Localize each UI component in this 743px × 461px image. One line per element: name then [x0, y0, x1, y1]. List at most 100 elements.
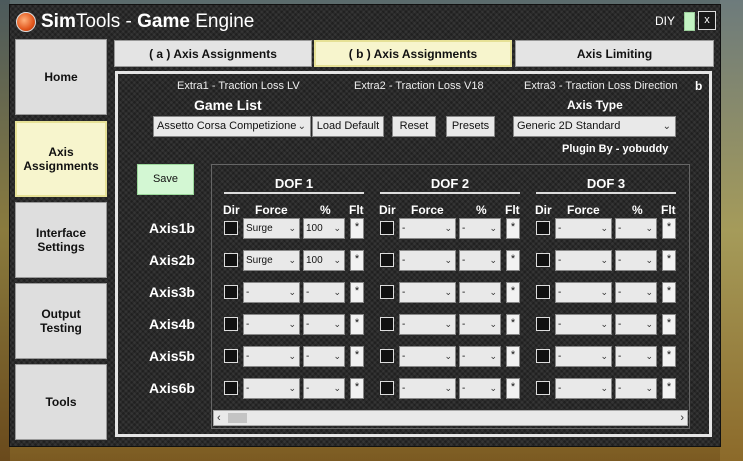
chevron-down-icon: ⌄ — [333, 319, 341, 329]
dof3-percent-select[interactable]: - ⌄ — [615, 282, 657, 303]
nav-axis-assignments-button[interactable]: Axis Assignments — [15, 121, 107, 197]
dof1-force-select[interactable]: - ⌄ — [243, 314, 300, 335]
dof3-percent-select[interactable]: - ⌄ — [615, 346, 657, 367]
dof3-filter-button[interactable]: * — [662, 218, 676, 239]
dof3-dir-checkbox[interactable] — [536, 253, 550, 267]
dof3-force-select[interactable]: - ⌄ — [555, 250, 612, 271]
dof3-percent-select[interactable]: - ⌄ — [615, 314, 657, 335]
dof2-force-select[interactable]: - ⌄ — [399, 346, 456, 367]
dof3-col-dir-header: Dir — [535, 203, 552, 217]
simtools-window: SimTools - Game Engine DIY x Home Axis A… — [10, 5, 720, 446]
scroll-thumb[interactable] — [228, 413, 247, 423]
dof2-filter-button[interactable]: * — [506, 282, 520, 303]
nav-interface-settings-button[interactable]: Interface Settings — [15, 202, 107, 278]
dof1-filter-button[interactable]: * — [350, 314, 364, 335]
dof1-filter-button[interactable]: * — [350, 250, 364, 271]
dof3-percent-select[interactable]: - ⌄ — [615, 378, 657, 399]
dof1-header: DOF 1 — [224, 176, 364, 194]
load-default-button[interactable]: Load Default — [312, 116, 384, 137]
dof3-dir-checkbox[interactable] — [536, 221, 550, 235]
tab-axis-assignments-a[interactable]: ( a ) Axis Assignments — [114, 40, 312, 67]
dof2-dir-checkbox[interactable] — [380, 253, 394, 267]
dof1-percent-select[interactable]: 100 ⌄ — [303, 250, 345, 271]
dof2-percent-select[interactable]: - ⌄ — [459, 250, 501, 271]
dof1-filter-button[interactable]: * — [350, 218, 364, 239]
dof1-filter-button[interactable]: * — [350, 282, 364, 303]
save-button[interactable]: Save — [137, 164, 194, 195]
dof3-force-select[interactable]: - ⌄ — [555, 218, 612, 239]
scroll-left-icon[interactable]: ‹ — [217, 411, 221, 425]
force-value: - — [558, 287, 562, 298]
horizontal-scrollbar[interactable]: ‹ › — [213, 410, 688, 426]
nav-output-testing-button[interactable]: Output Testing — [15, 283, 107, 359]
dof2-force-select[interactable]: - ⌄ — [399, 218, 456, 239]
dof3-filter-button[interactable]: * — [662, 314, 676, 335]
dof3-filter-button[interactable]: * — [662, 282, 676, 303]
nav-tools-button[interactable]: Tools — [15, 364, 107, 440]
dof2-force-select[interactable]: - ⌄ — [399, 282, 456, 303]
dof3-force-select[interactable]: - ⌄ — [555, 282, 612, 303]
dof2-dir-checkbox[interactable] — [380, 285, 394, 299]
dof3-force-select[interactable]: - ⌄ — [555, 346, 612, 367]
presets-button[interactable]: Presets — [446, 116, 495, 137]
axis-type-select[interactable]: Generic 2D Standard ⌄ — [513, 116, 676, 137]
dof2-dir-checkbox[interactable] — [380, 221, 394, 235]
dof1-force-select[interactable]: Surge ⌄ — [243, 218, 300, 239]
dof2-force-select[interactable]: - ⌄ — [399, 314, 456, 335]
dof2-filter-button[interactable]: * — [506, 314, 520, 335]
dof1-percent-select[interactable]: - ⌄ — [303, 282, 345, 303]
dof2-percent-select[interactable]: - ⌄ — [459, 314, 501, 335]
scroll-right-icon[interactable]: › — [680, 411, 684, 425]
dof1-force-select[interactable]: - ⌄ — [243, 346, 300, 367]
chevron-down-icon: ⌄ — [489, 223, 497, 233]
dof2-dir-checkbox[interactable] — [380, 349, 394, 363]
dof2-percent-select[interactable]: - ⌄ — [459, 218, 501, 239]
dof3-dir-checkbox[interactable] — [536, 349, 550, 363]
dof3-force-select[interactable]: - ⌄ — [555, 314, 612, 335]
dof3-force-select[interactable]: - ⌄ — [555, 378, 612, 399]
dof1-filter-button[interactable]: * — [350, 378, 364, 399]
dof2-percent-select[interactable]: - ⌄ — [459, 282, 501, 303]
force-value: - — [246, 287, 250, 298]
dof3-dir-checkbox[interactable] — [536, 381, 550, 395]
dof1-force-select[interactable]: - ⌄ — [243, 282, 300, 303]
dof1-force-select[interactable]: Surge ⌄ — [243, 250, 300, 271]
dof1-filter-button[interactable]: * — [350, 346, 364, 367]
dof1-dir-checkbox[interactable] — [224, 253, 238, 267]
dof1-percent-select[interactable]: 100 ⌄ — [303, 218, 345, 239]
dof3-filter-button[interactable]: * — [662, 346, 676, 367]
dof2-force-select[interactable]: - ⌄ — [399, 378, 456, 399]
dof3-dir-checkbox[interactable] — [536, 285, 550, 299]
dof3-dir-checkbox[interactable] — [536, 317, 550, 331]
reset-button[interactable]: Reset — [392, 116, 436, 137]
dof3-percent-select[interactable]: - ⌄ — [615, 218, 657, 239]
dof2-filter-button[interactable]: * — [506, 378, 520, 399]
dof2-dir-checkbox[interactable] — [380, 381, 394, 395]
dof3-filter-button[interactable]: * — [662, 378, 676, 399]
dof2-force-select[interactable]: - ⌄ — [399, 250, 456, 271]
diy-toggle[interactable] — [684, 12, 695, 31]
dof3-filter-button[interactable]: * — [662, 250, 676, 271]
dof1-percent-select[interactable]: - ⌄ — [303, 346, 345, 367]
dof2-filter-button[interactable]: * — [506, 346, 520, 367]
dof2-filter-button[interactable]: * — [506, 250, 520, 271]
dof1-percent-select[interactable]: - ⌄ — [303, 378, 345, 399]
nav-home-button[interactable]: Home — [15, 39, 107, 115]
dof1-force-select[interactable]: - ⌄ — [243, 378, 300, 399]
dof2-percent-select[interactable]: - ⌄ — [459, 346, 501, 367]
extra3-label: Extra3 - Traction Loss Direction — [524, 80, 678, 92]
tab-axis-limiting[interactable]: Axis Limiting — [515, 40, 714, 67]
dof1-dir-checkbox[interactable] — [224, 221, 238, 235]
game-select[interactable]: Assetto Corsa Competizione ⌄ — [153, 116, 311, 137]
dof1-percent-select[interactable]: - ⌄ — [303, 314, 345, 335]
dof1-dir-checkbox[interactable] — [224, 349, 238, 363]
dof3-percent-select[interactable]: - ⌄ — [615, 250, 657, 271]
tab-axis-assignments-b[interactable]: ( b ) Axis Assignments — [314, 40, 512, 67]
dof1-dir-checkbox[interactable] — [224, 317, 238, 331]
dof2-percent-select[interactable]: - ⌄ — [459, 378, 501, 399]
dof1-dir-checkbox[interactable] — [224, 381, 238, 395]
dof2-dir-checkbox[interactable] — [380, 317, 394, 331]
dof1-dir-checkbox[interactable] — [224, 285, 238, 299]
dof2-filter-button[interactable]: * — [506, 218, 520, 239]
close-button[interactable]: x — [698, 11, 716, 30]
